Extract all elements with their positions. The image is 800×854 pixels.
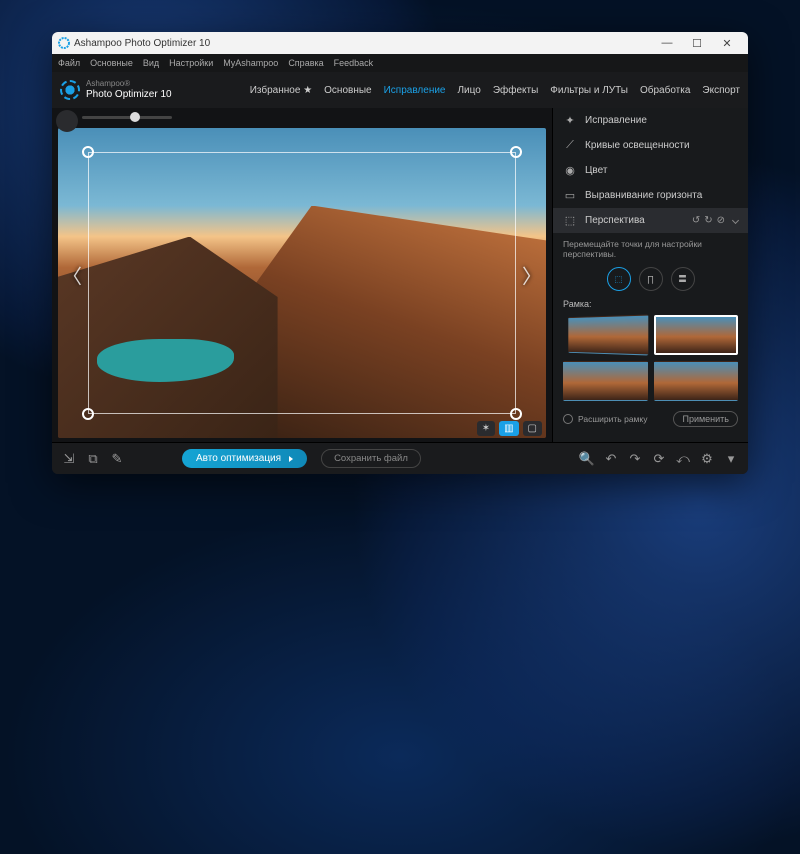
save-file-button[interactable]: Сохранить файл <box>321 449 421 468</box>
wand-icon: ✦ <box>563 114 577 127</box>
window-title: Ashampoo Photo Optimizer 10 <box>74 38 652 49</box>
panel-label: Перспектива <box>585 215 645 226</box>
mode-free-icon[interactable]: ⬚ <box>607 267 631 291</box>
maximize-button[interactable]: ☐ <box>682 37 712 50</box>
curves-icon: ⟋ <box>563 139 577 152</box>
menu-help[interactable]: Справка <box>288 58 323 68</box>
split-view-icon[interactable]: ▥ <box>499 421 518 436</box>
main-tabs: Избранное ★ Основные Исправление Лицо Эф… <box>250 85 740 96</box>
menu-view[interactable]: Вид <box>143 58 159 68</box>
frame-preset-3[interactable] <box>563 361 648 401</box>
zoom-slider[interactable] <box>82 116 172 119</box>
single-view-icon[interactable]: ▢ <box>523 421 542 436</box>
close-button[interactable]: ✕ <box>712 37 742 50</box>
settings-icon[interactable]: ⚙ <box>698 451 716 467</box>
compare-icon[interactable]: ✶ <box>477 421 495 436</box>
panel-item-curves[interactable]: ⟋ Кривые освещенности <box>553 133 748 158</box>
perspective-hint: Перемещайте точки для настройки перспект… <box>563 239 738 259</box>
tab-export[interactable]: Экспорт <box>702 85 740 96</box>
menu-myashampoo[interactable]: MyAshampoo <box>223 58 278 68</box>
frame-preset-1[interactable] <box>568 315 647 356</box>
image-viewport[interactable] <box>58 128 546 438</box>
brand-line2: Photo Optimizer 10 <box>86 89 172 100</box>
view-toggle: ✶ ▥ ▢ <box>477 421 542 436</box>
panel-item-perspective[interactable]: ⬚ Перспектива ↺ ↻ ⊘ <box>553 208 748 233</box>
mode-horizontal-icon[interactable]: 〓 <box>671 267 695 291</box>
redo-icon[interactable]: ↷ <box>626 451 644 467</box>
history-icon[interactable]: ⟳ <box>650 451 668 467</box>
menubar: Файл Основные Вид Настройки MyAshampoo С… <box>52 54 748 72</box>
menu-file[interactable]: Файл <box>58 58 80 68</box>
expand-frame-radio[interactable]: Расширить рамку <box>563 414 647 425</box>
rotate-right-icon[interactable]: ↻ <box>704 215 712 226</box>
tab-favorites[interactable]: Избранное ★ <box>250 85 312 96</box>
logo-mark-icon <box>60 80 80 100</box>
handle-bottom-right[interactable] <box>510 408 522 420</box>
panel-item-horizon[interactable]: ▭ Выравнивание горизонта <box>553 183 748 208</box>
next-image-button[interactable]: 〉 <box>522 261 542 290</box>
tab-processing[interactable]: Обработка <box>640 85 690 96</box>
tab-main[interactable]: Основные <box>324 85 371 96</box>
auto-optimize-button[interactable]: Авто оптимизация <box>182 449 307 468</box>
minimize-button[interactable]: ― <box>652 37 682 50</box>
tab-effects[interactable]: Эффекты <box>493 85 538 96</box>
export-icon[interactable]: ⇲ <box>60 451 78 467</box>
panel-label: Цвет <box>585 165 607 176</box>
zoom-reset-button[interactable] <box>56 110 78 132</box>
brand-line1: Ashampoo® <box>86 80 172 89</box>
apply-button[interactable]: Применить <box>673 411 738 427</box>
app-icon <box>58 37 70 49</box>
frame-preset-2[interactable] <box>654 315 739 355</box>
magnify-icon[interactable]: 🔍 <box>578 451 596 467</box>
perspective-subpanel: Перемещайте точки для настройки перспект… <box>553 233 748 437</box>
menu-main[interactable]: Основные <box>90 58 133 68</box>
side-panel: ✦ Исправление ⟋ Кривые освещенности ◉ Цв… <box>552 108 748 442</box>
horizon-icon: ▭ <box>563 189 577 202</box>
frame-preset-4[interactable] <box>654 361 739 401</box>
app-window: Ashampoo Photo Optimizer 10 ― ☐ ✕ Файл О… <box>52 32 748 474</box>
header: Ashampoo® Photo Optimizer 10 Избранное ★… <box>52 72 748 108</box>
rotate-left-icon[interactable]: ↺ <box>692 215 700 226</box>
chevron-down-icon <box>732 217 739 224</box>
bottom-toolbar: ⇲ ⧉ ✎ Авто оптимизация Сохранить файл 🔍 … <box>52 442 748 474</box>
panel-item-correction[interactable]: ✦ Исправление <box>553 108 748 133</box>
perspective-icon: ⬚ <box>563 214 577 227</box>
canvas-area: 〈 〉 ✶ ▥ ▢ <box>52 108 552 442</box>
tab-filters[interactable]: Фильтры и ЛУТы <box>550 85 628 96</box>
more-icon[interactable]: ▾ <box>722 451 740 467</box>
panel-label: Выравнивание горизонта <box>585 190 702 201</box>
undo-icon[interactable]: ↶ <box>602 451 620 467</box>
frames-label: Рамка: <box>563 299 738 309</box>
panel-item-color[interactable]: ◉ Цвет <box>553 158 748 183</box>
perspective-frame[interactable] <box>88 152 516 414</box>
brush-icon[interactable]: ✎ <box>108 451 126 467</box>
copy-icon[interactable]: ⧉ <box>84 451 102 467</box>
panel-label: Исправление <box>585 115 647 126</box>
reset-icon[interactable]: ⊘ <box>717 215 725 226</box>
color-icon: ◉ <box>563 164 577 177</box>
revert-icon[interactable]: ⤺ <box>674 451 692 467</box>
prev-image-button[interactable]: 〈 <box>62 261 82 290</box>
mode-vertical-icon[interactable]: ∏ <box>639 267 663 291</box>
brand-logo: Ashampoo® Photo Optimizer 10 <box>60 80 172 100</box>
tab-face[interactable]: Лицо <box>457 85 480 96</box>
main-area: 〈 〉 ✶ ▥ ▢ ✦ Исправление ⟋ Кривые освещен… <box>52 108 748 442</box>
menu-feedback[interactable]: Feedback <box>334 58 374 68</box>
menu-settings[interactable]: Настройки <box>169 58 213 68</box>
handle-top-right[interactable] <box>510 146 522 158</box>
titlebar: Ashampoo Photo Optimizer 10 ― ☐ ✕ <box>52 32 748 54</box>
handle-bottom-left[interactable] <box>82 408 94 420</box>
tab-correction[interactable]: Исправление <box>384 85 446 96</box>
handle-top-left[interactable] <box>82 146 94 158</box>
panel-label: Кривые освещенности <box>585 140 690 151</box>
